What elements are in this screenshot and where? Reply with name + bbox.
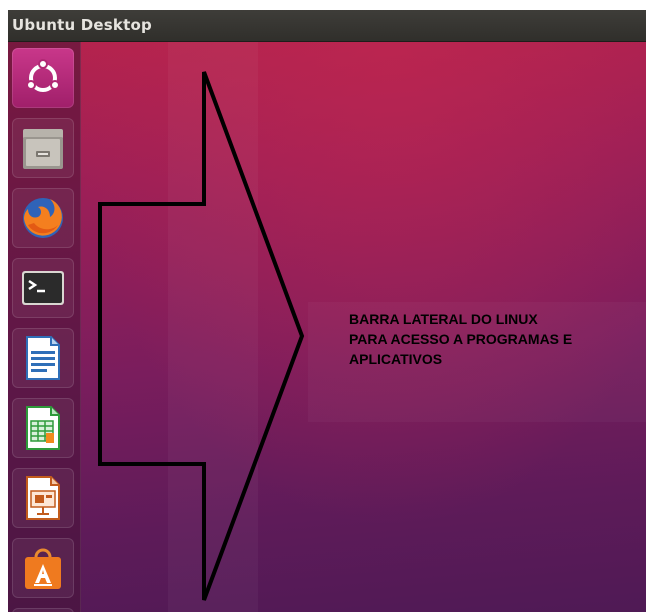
- arrow-outline: [98, 71, 305, 601]
- annotation-text: BARRA LATERAL DO LINUX PARA ACESSO A PRO…: [349, 311, 573, 367]
- arrow-annotation: [98, 71, 305, 601]
